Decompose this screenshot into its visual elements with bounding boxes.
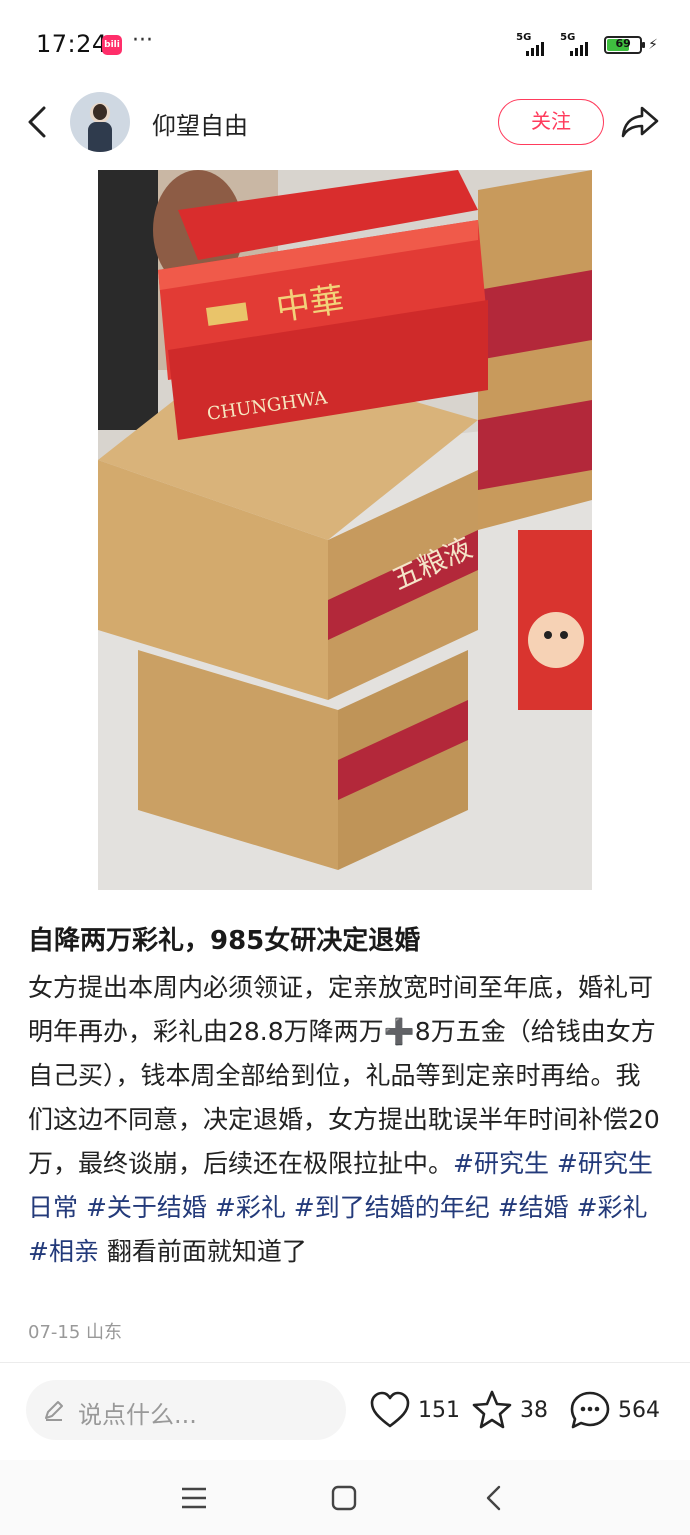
post-header: 仰望自由 关注 [0,90,690,156]
bilibili-app-icon: bili [102,35,122,55]
post-date: 07-15 [28,1322,81,1343]
hashtag[interactable]: #彩礼 [577,1193,648,1222]
pen-icon [45,1401,63,1421]
post-image[interactable]: 五粮液 中華 CHUNGHWA [98,170,592,890]
status-bar: 17:24 bili ··· 5G 5G 69 ⚡ [0,0,690,90]
signal-icon: 5G [516,32,554,56]
system-nav-bar [0,1460,690,1535]
like-count: 151 [418,1397,460,1423]
author-name[interactable]: 仰望自由 [152,106,248,141]
post-body-text: 女方提出本周内必须领证，定亲放宽时间至年底，婚礼可明年再办，彩礼由28.8万降两… [28,973,660,1178]
favorite-button[interactable]: 38 [470,1388,548,1432]
post-body-tail: 翻看前面就知道了 [106,1237,307,1266]
post-meta: 07-15 山东 [28,1318,122,1344]
hashtag[interactable]: #相亲 [28,1237,99,1266]
hashtag[interactable]: #研究生 [453,1149,549,1178]
comment-input[interactable]: 说点什么... [26,1380,346,1440]
favorite-count: 38 [520,1397,548,1423]
post-body: 女方提出本周内必须领证，定亲放宽时间至年底，婚礼可明年再办，彩礼由28.8万降两… [28,966,664,1274]
hashtag[interactable]: #到了结婚的年纪 [294,1193,490,1222]
charging-icon: ⚡ [648,37,658,53]
heart-icon [370,1391,410,1428]
divider [0,1362,690,1363]
like-button[interactable]: 151 [368,1388,460,1432]
status-indicators: 5G 5G 69 ⚡ [516,32,658,56]
comment-bubble-icon [570,1391,610,1429]
follow-button[interactable]: 关注 [498,99,604,145]
menu-icon[interactable] [174,1478,214,1518]
comment-placeholder: 说点什么... [78,1401,197,1429]
battery-icon: 69 [604,36,646,54]
back-nav-icon[interactable] [474,1478,514,1518]
comment-button[interactable]: 564 [568,1388,660,1432]
home-icon[interactable] [324,1478,364,1518]
avatar[interactable] [70,92,130,152]
comment-count: 564 [618,1397,660,1423]
hashtag[interactable]: #结婚 [498,1193,569,1222]
post-image-illustration: 五粮液 中華 CHUNGHWA [98,170,592,890]
hashtag[interactable]: #关于结婚 [86,1193,207,1222]
star-icon [472,1390,512,1429]
hashtag[interactable]: #彩礼 [215,1193,286,1222]
back-arrow-icon[interactable] [22,104,52,140]
signal-icon: 5G [560,32,598,56]
post-title: 自降两万彩礼，985女研决定退婚 [28,926,421,956]
post-location: 山东 [86,1322,123,1343]
battery-level: 69 [615,37,631,50]
more-notifications-icon: ··· [132,28,153,53]
status-time: 17:24 [36,30,108,58]
share-icon[interactable] [620,104,660,140]
